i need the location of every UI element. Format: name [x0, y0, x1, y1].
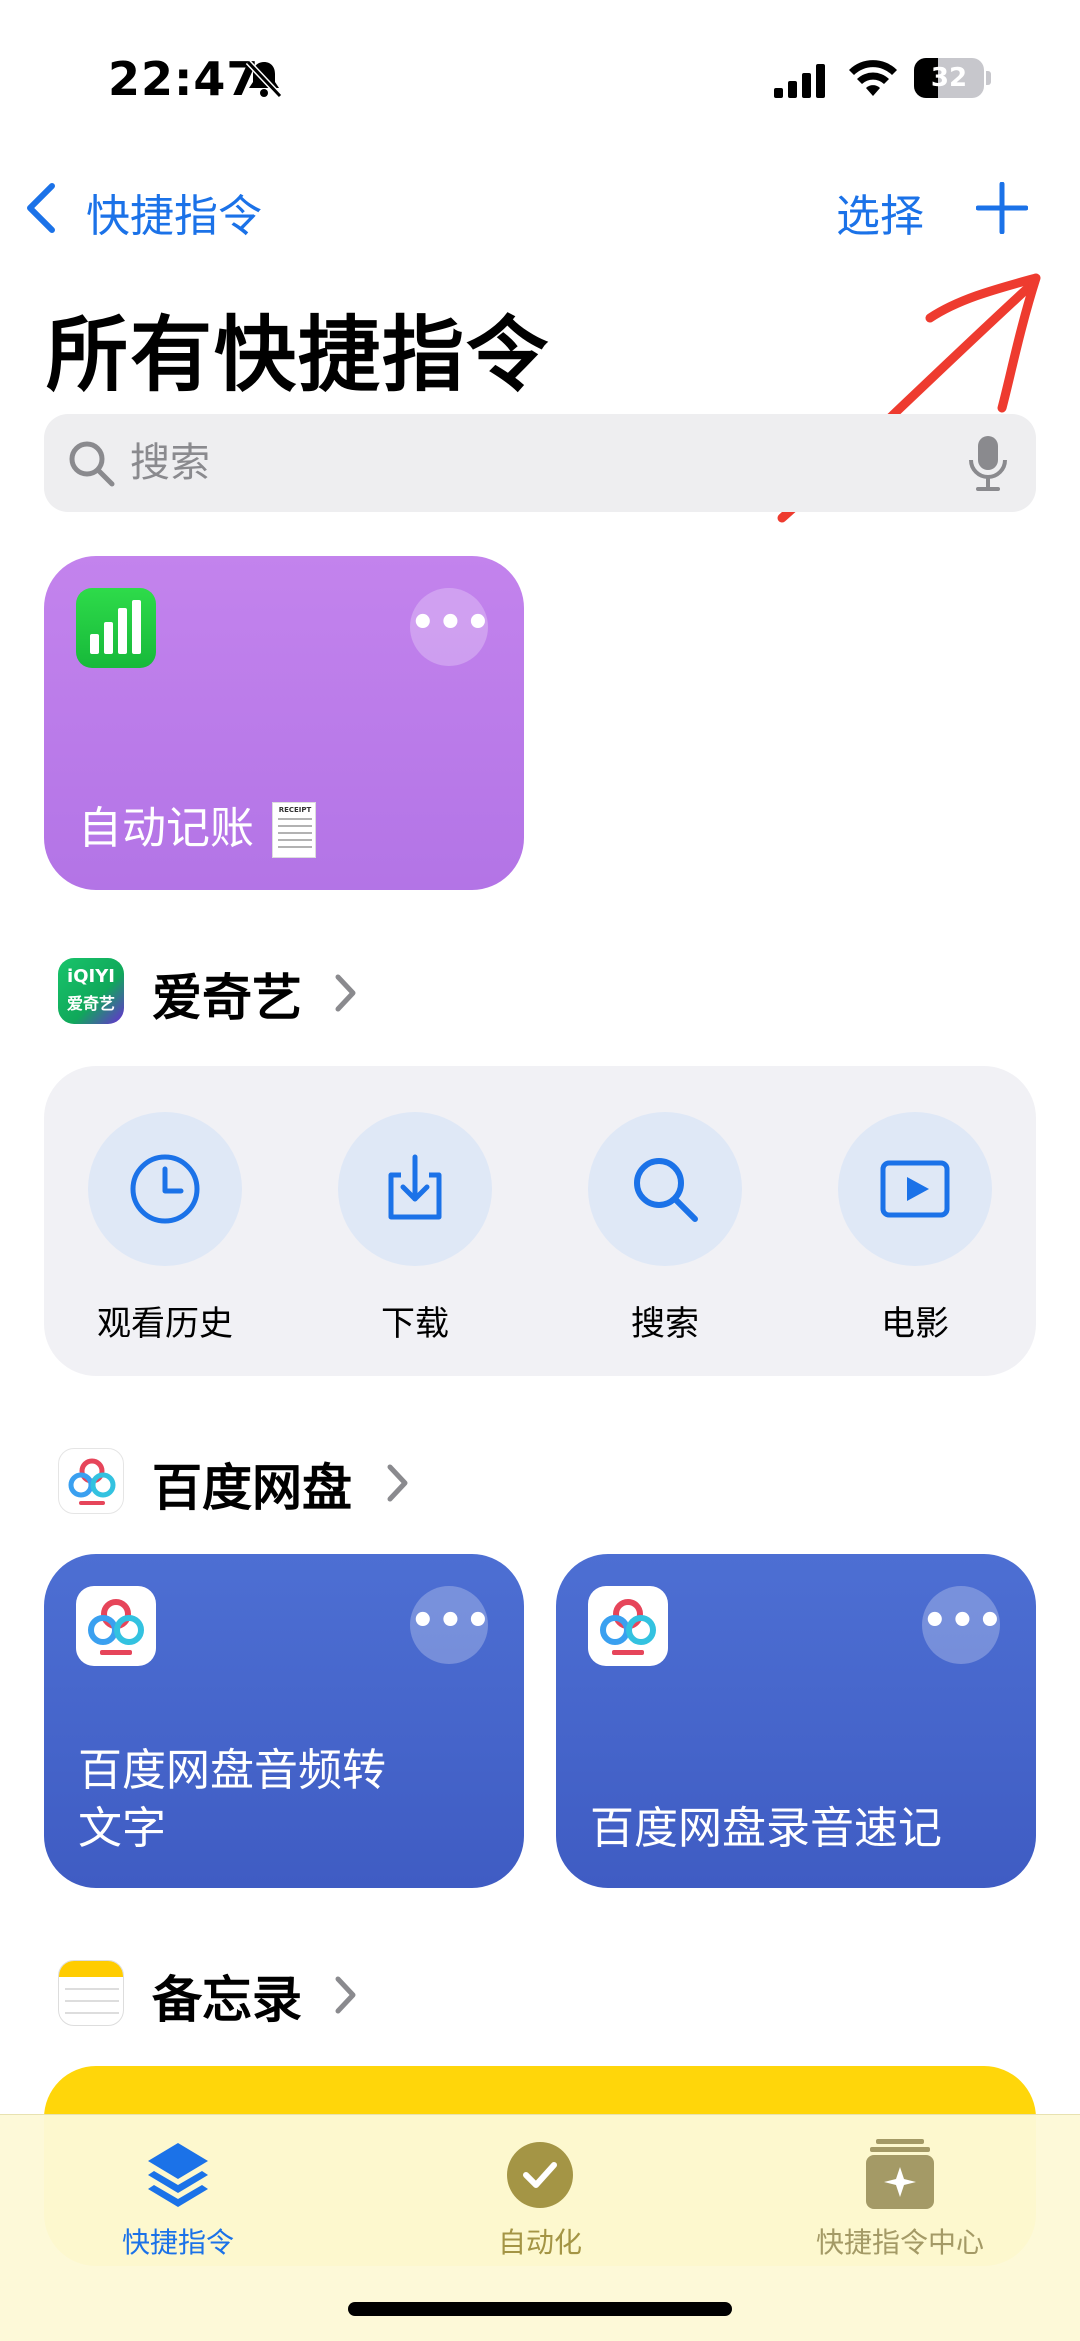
section-title-notes[interactable]: 备忘录	[152, 1960, 302, 2032]
more-button[interactable]: •••	[410, 1586, 493, 1664]
baidu-netdisk-app-icon	[58, 1448, 124, 1514]
card-title: 百度网盘录音速记	[590, 1803, 942, 1854]
baidu-netdisk-icon	[76, 1586, 156, 1666]
plus-icon[interactable]	[976, 182, 1028, 234]
card-title-line-2: 文字	[78, 1803, 166, 1854]
battery-level: 32	[930, 63, 968, 93]
search-icon	[69, 441, 115, 487]
action-label: 电影	[881, 1304, 949, 1344]
tab-label: 自动化	[497, 2226, 582, 2259]
search-input[interactable]: 搜索	[130, 436, 210, 490]
action-label: 搜索	[631, 1304, 699, 1344]
card-title: 自动记账	[78, 803, 254, 854]
cellular-signal-icon	[774, 64, 825, 98]
tab-gallery[interactable]: 快捷指令中心	[780, 2125, 1020, 2259]
receipt-text: RECEIPT	[279, 806, 312, 814]
play-icon	[880, 1160, 950, 1218]
ellipsis-icon: •••	[922, 1598, 1005, 1644]
microphone-icon[interactable]	[968, 434, 1008, 492]
baidu-netdisk-icon	[588, 1586, 668, 1666]
clock-icon	[130, 1154, 200, 1224]
chevron-right-icon[interactable]	[332, 1974, 358, 2016]
search-bar[interactable]: 搜索	[44, 414, 1036, 512]
tab-label: 快捷指令中心	[815, 2226, 984, 2259]
section-title-iqiyi[interactable]: 爱奇艺	[152, 958, 302, 1030]
section-title-baidu[interactable]: 百度网盘	[152, 1448, 352, 1520]
action-search[interactable]	[588, 1112, 742, 1266]
iqiyi-logo-text: iQIYI	[67, 966, 115, 987]
receipt-emoji-icon: RECEIPT	[272, 802, 316, 858]
card-title-line-1: 百度网盘音频转	[78, 1745, 386, 1796]
back-button[interactable]: 快捷指令	[86, 180, 262, 244]
search-icon	[634, 1158, 698, 1222]
notes-app-icon	[58, 1960, 124, 2026]
wifi-icon	[849, 60, 897, 96]
tab-automation[interactable]: 自动化	[420, 2125, 660, 2259]
battery-indicator: 32	[914, 58, 991, 98]
action-label: 下载	[381, 1304, 449, 1344]
action-label: 观看历史	[97, 1304, 233, 1344]
home-indicator[interactable]	[348, 2302, 732, 2316]
iqiyi-app-icon: iQIYI 爱奇艺	[58, 958, 124, 1024]
more-button[interactable]: •••	[410, 588, 493, 666]
action-watch-history[interactable]	[88, 1112, 242, 1266]
chevron-left-icon[interactable]	[22, 180, 58, 236]
download-icon	[388, 1154, 442, 1220]
status-time: 22:47	[108, 52, 260, 106]
tab-shortcuts[interactable]: 快捷指令	[58, 2125, 298, 2259]
shortcut-card-baidu-audio-to-text[interactable]: ••• 百度网盘音频转 文字	[44, 1554, 524, 1888]
chevron-right-icon[interactable]	[384, 1462, 410, 1504]
ellipsis-icon: •••	[410, 1598, 493, 1644]
page-title: 所有快捷指令	[46, 308, 551, 403]
numbers-app-icon	[76, 588, 156, 668]
shortcut-card-baidu-recording[interactable]: ••• 百度网盘录音速记	[556, 1554, 1036, 1888]
shortcut-card-auto-bookkeeping[interactable]: ••• 自动记账 RECEIPT	[44, 556, 524, 890]
checkmark-clock-icon	[507, 2142, 573, 2208]
action-download[interactable]	[338, 1112, 492, 1266]
layers-icon	[148, 2143, 208, 2207]
iqiyi-logo-text-cn: 爱奇艺	[66, 994, 115, 1013]
tab-label: 快捷指令	[121, 2226, 234, 2259]
more-button[interactable]: •••	[922, 1586, 1005, 1664]
iqiyi-shortcuts-group: 观看历史 下载 搜索 电影	[44, 1066, 1036, 1376]
ellipsis-icon: •••	[410, 600, 493, 646]
bell-slash-icon	[245, 59, 283, 99]
select-button[interactable]: 选择	[836, 180, 924, 244]
action-movie[interactable]	[838, 1112, 992, 1266]
chevron-right-icon[interactable]	[332, 972, 358, 1014]
gallery-icon	[866, 2139, 934, 2209]
